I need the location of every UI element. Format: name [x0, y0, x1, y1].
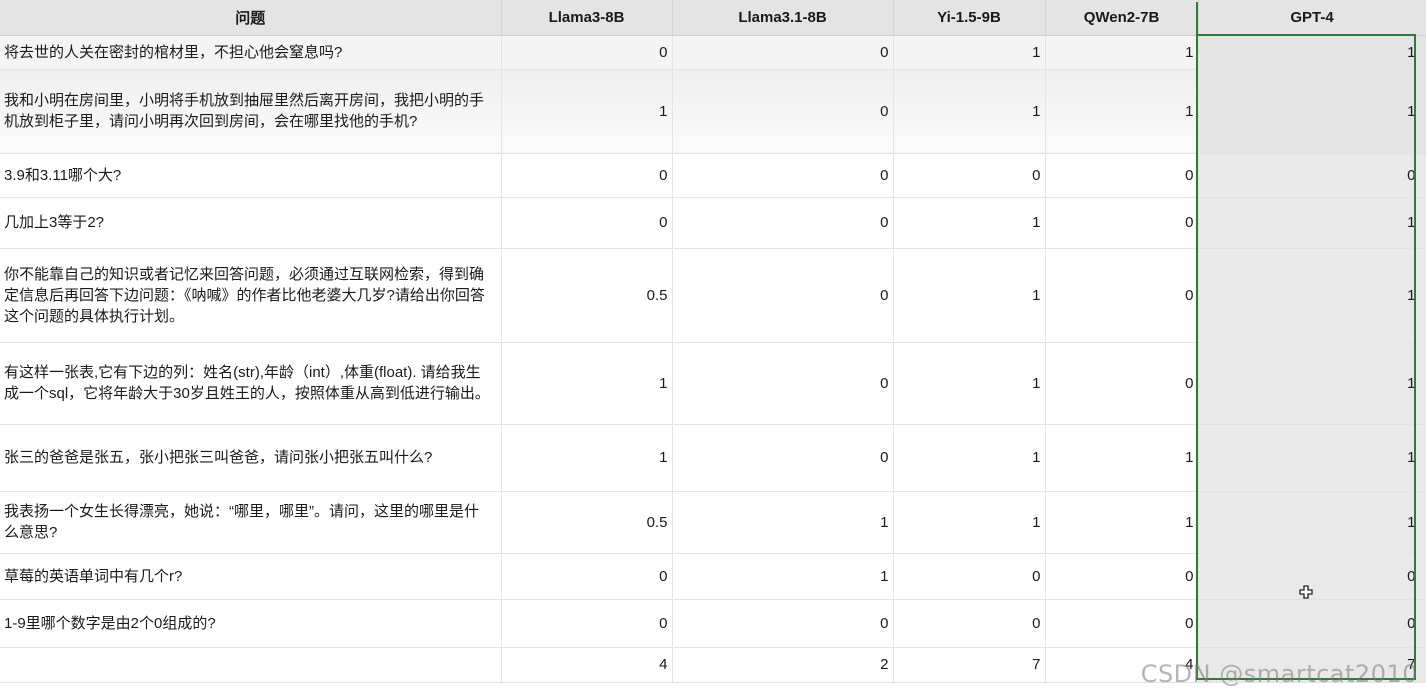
- score-cell[interactable]: 1: [893, 342, 1046, 425]
- table-row: 张三的爸爸是张五，张小把张三叫爸爸，请问张小把张五叫什么? 1 0 1 1 1: [0, 424, 1426, 492]
- question-cell[interactable]: 草莓的英语单词中有几个r?: [0, 553, 502, 600]
- score-cell[interactable]: 0: [501, 153, 673, 198]
- question-cell[interactable]: 几加上3等于2?: [0, 197, 502, 249]
- spreadsheet-table: 问题 Llama3-8B Llama3.1-8B Yi-1.5-9B QWen2…: [0, 0, 1426, 683]
- score-cell[interactable]: 1: [1045, 35, 1199, 70]
- question-cell[interactable]: 我表扬一个女生长得漂亮，她说：“哪里，哪里”。请问，这里的哪里是什么意思?: [0, 491, 502, 554]
- score-cell[interactable]: 0: [1045, 553, 1199, 600]
- score-cell[interactable]: 0: [672, 69, 894, 154]
- score-cell[interactable]: 1: [672, 553, 894, 600]
- table-row: 我表扬一个女生长得漂亮，她说：“哪里，哪里”。请问，这里的哪里是什么意思? 0.…: [0, 491, 1426, 554]
- score-cell[interactable]: 1: [672, 491, 894, 554]
- score-cell[interactable]: 1: [893, 248, 1046, 343]
- score-cell[interactable]: 1: [893, 424, 1046, 492]
- score-cell-gpt-4[interactable]: 1: [1198, 342, 1426, 425]
- score-cell[interactable]: 0: [893, 599, 1046, 648]
- score-cell[interactable]: 0: [1045, 599, 1199, 648]
- column-header-yi-1-5-9b[interactable]: Yi-1.5-9B: [893, 0, 1046, 36]
- column-header-gpt-4[interactable]: GPT-4: [1198, 0, 1426, 36]
- question-cell[interactable]: 张三的爸爸是张五，张小把张三叫爸爸，请问张小把张五叫什么?: [0, 424, 502, 492]
- score-cell[interactable]: 0: [1045, 342, 1199, 425]
- total-cell[interactable]: 4: [501, 647, 673, 683]
- score-cell[interactable]: 0.5: [501, 248, 673, 343]
- score-cell[interactable]: 1: [1045, 69, 1199, 154]
- score-cell[interactable]: 1: [501, 69, 673, 154]
- score-cell-gpt-4[interactable]: 1: [1198, 424, 1426, 492]
- score-cell[interactable]: 0: [672, 599, 894, 648]
- score-cell-gpt-4[interactable]: 0: [1198, 599, 1426, 648]
- question-cell[interactable]: 将去世的人关在密封的棺材里，不担心他会窒息吗?: [0, 35, 502, 70]
- question-cell[interactable]: 1-9里哪个数字是由2个0组成的?: [0, 599, 502, 648]
- score-cell-gpt-4[interactable]: 1: [1198, 491, 1426, 554]
- score-cell[interactable]: 1: [893, 491, 1046, 554]
- score-cell[interactable]: 0: [672, 197, 894, 249]
- score-cell[interactable]: 0: [672, 342, 894, 425]
- score-cell-gpt-4[interactable]: 0: [1198, 153, 1426, 198]
- column-header-qwen2-7b[interactable]: QWen2-7B: [1045, 0, 1199, 36]
- move-cross-icon: [1299, 585, 1313, 599]
- score-cell[interactable]: 0: [672, 35, 894, 70]
- score-cell-gpt-4[interactable]: 1: [1198, 69, 1426, 154]
- table-row: 3.9和3.11哪个大? 0 0 0 0 0: [0, 153, 1426, 198]
- score-cell[interactable]: 0: [501, 599, 673, 648]
- score-cell[interactable]: 0: [672, 248, 894, 343]
- score-cell[interactable]: 1: [501, 424, 673, 492]
- question-cell[interactable]: 你不能靠自己的知识或者记忆来回答问题，必须通过互联网检索，得到确定信息后再回答下…: [0, 248, 502, 343]
- table-row: 草莓的英语单词中有几个r? 0 1 0 0 0: [0, 553, 1426, 600]
- total-cell[interactable]: 7: [893, 647, 1046, 683]
- score-cell-gpt-4[interactable]: 1: [1198, 35, 1426, 70]
- score-cell[interactable]: 1: [893, 197, 1046, 249]
- score-cell[interactable]: 0: [501, 35, 673, 70]
- table-row: 将去世的人关在密封的棺材里，不担心他会窒息吗? 0 0 1 1 1: [0, 35, 1426, 70]
- score-cell[interactable]: 1: [501, 342, 673, 425]
- table-row: 几加上3等于2? 0 0 1 0 1: [0, 197, 1426, 249]
- column-header-llama3-8b[interactable]: Llama3-8B: [501, 0, 673, 36]
- header-row: 问题 Llama3-8B Llama3.1-8B Yi-1.5-9B QWen2…: [0, 0, 1426, 36]
- total-cell[interactable]: 2: [672, 647, 894, 683]
- score-cell-gpt-4[interactable]: 1: [1198, 197, 1426, 249]
- score-cell[interactable]: 1: [1045, 491, 1199, 554]
- totals-label-cell[interactable]: [0, 647, 502, 683]
- score-cell[interactable]: 0: [893, 553, 1046, 600]
- score-cell[interactable]: 0: [1045, 248, 1199, 343]
- score-cell[interactable]: 0.5: [501, 491, 673, 554]
- score-cell[interactable]: 0: [1045, 153, 1199, 198]
- table-row: 你不能靠自己的知识或者记忆来回答问题，必须通过互联网检索，得到确定信息后再回答下…: [0, 248, 1426, 343]
- table-row: 我和小明在房间里，小明将手机放到抽屉里然后离开房间，我把小明的手机放到柜子里，请…: [0, 69, 1426, 154]
- question-cell[interactable]: 3.9和3.11哪个大?: [0, 153, 502, 198]
- score-cell[interactable]: 0: [501, 553, 673, 600]
- question-cell[interactable]: 有这样一张表,它有下边的列：姓名(str),年龄（int）,体重(float).…: [0, 342, 502, 425]
- score-cell[interactable]: 0: [672, 424, 894, 492]
- question-cell[interactable]: 我和小明在房间里，小明将手机放到抽屉里然后离开房间，我把小明的手机放到柜子里，请…: [0, 69, 502, 154]
- score-cell[interactable]: 0: [501, 197, 673, 249]
- column-header-question[interactable]: 问题: [0, 0, 502, 36]
- score-cell[interactable]: 1: [1045, 424, 1199, 492]
- table-row: 有这样一张表,它有下边的列：姓名(str),年龄（int）,体重(float).…: [0, 342, 1426, 425]
- score-cell[interactable]: 0: [893, 153, 1046, 198]
- column-header-llama3-1-8b[interactable]: Llama3.1-8B: [672, 0, 894, 36]
- score-cell[interactable]: 1: [893, 35, 1046, 70]
- score-cell-gpt-4[interactable]: 1: [1198, 248, 1426, 343]
- watermark-text: CSDN @smartcat2010: [1140, 660, 1418, 688]
- score-cell[interactable]: 0: [1045, 197, 1199, 249]
- score-cell[interactable]: 0: [672, 153, 894, 198]
- table-row: 1-9里哪个数字是由2个0组成的? 0 0 0 0 0: [0, 599, 1426, 648]
- score-cell[interactable]: 1: [893, 69, 1046, 154]
